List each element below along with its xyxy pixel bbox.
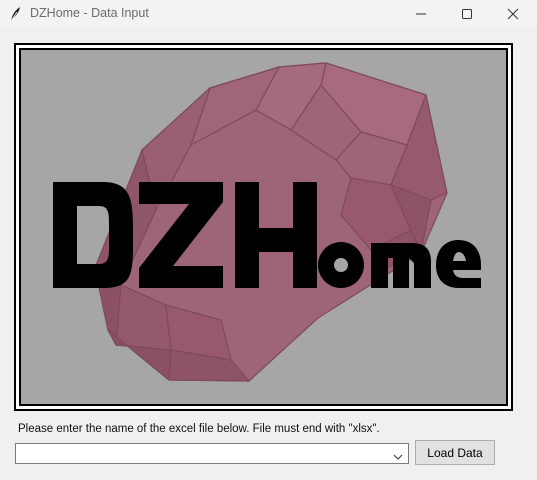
maximize-icon	[462, 9, 472, 19]
close-icon	[507, 8, 519, 20]
feather-icon	[8, 6, 22, 22]
logo-image	[19, 48, 508, 406]
logo-frame	[14, 43, 513, 411]
gem-graphic	[94, 62, 448, 382]
file-name-input[interactable]	[16, 444, 396, 463]
file-name-combobox[interactable]	[15, 443, 409, 464]
chevron-down-icon[interactable]	[392, 449, 404, 460]
maximize-button[interactable]	[444, 0, 490, 28]
file-name-prompt: Please enter the name of the excel file …	[18, 423, 380, 435]
load-data-button[interactable]: Load Data	[415, 440, 495, 465]
minimize-button[interactable]	[398, 0, 444, 28]
minimize-icon	[416, 13, 426, 15]
close-button[interactable]	[490, 0, 536, 28]
title-bar[interactable]: DZHome - Data Input	[0, 0, 537, 28]
window-title: DZHome - Data Input	[30, 6, 149, 20]
